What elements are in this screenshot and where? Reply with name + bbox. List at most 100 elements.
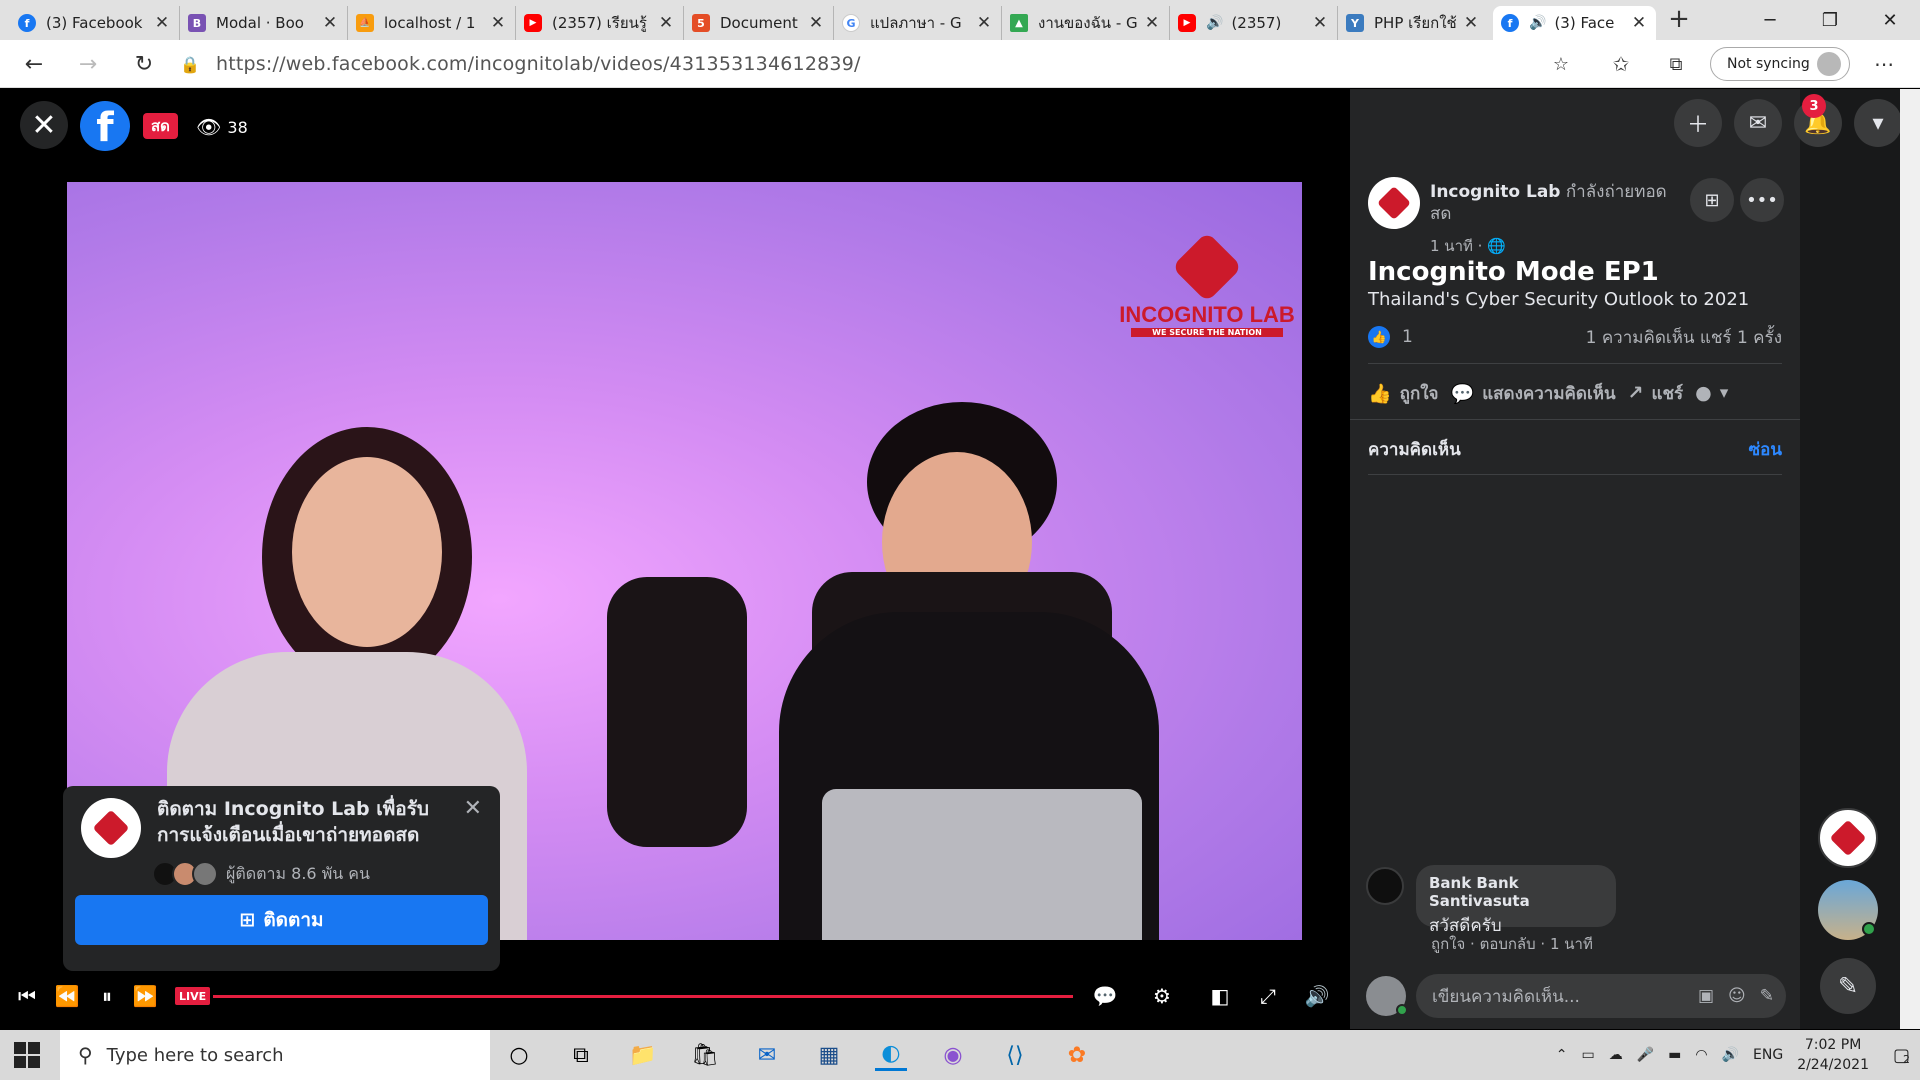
close-window-button[interactable]: ✕ (1860, 0, 1920, 40)
address-bar[interactable]: 🔒 https://web.facebook.com/incognitolab/… (180, 46, 1580, 82)
lock-icon[interactable]: 🔒 (180, 55, 202, 74)
speaker-icon[interactable]: 🔊 (1529, 15, 1546, 31)
account-menu-icon[interactable]: ▾ (1854, 99, 1902, 147)
vscode-icon[interactable]: ⟨⟩ (999, 1039, 1031, 1071)
speaker-icon[interactable]: 🔊 (1206, 15, 1223, 31)
close-tab-icon[interactable]: ✕ (321, 13, 339, 33)
close-tab-icon[interactable]: ✕ (1630, 13, 1648, 33)
tab-bootstrap[interactable]: B Modal · Boo ✕ (180, 6, 348, 40)
battery-icon[interactable]: ▬ (1668, 1047, 1681, 1063)
language-indicator[interactable]: ENG (1753, 1047, 1783, 1063)
page-avatar[interactable] (1368, 177, 1420, 229)
device-icon[interactable]: ▭ (1581, 1047, 1594, 1063)
tab-google-drive[interactable]: ▲ งานของฉัน - G ✕ (1002, 6, 1170, 40)
refresh-button[interactable]: ↻ (128, 48, 160, 80)
facebook-logo[interactable]: f (80, 101, 130, 151)
follow-page-icon[interactable]: ⊞ (1690, 178, 1734, 222)
create-icon[interactable]: ＋ (1674, 99, 1722, 147)
captions-icon[interactable]: 💬 (1090, 981, 1120, 1011)
restore-button[interactable]: ❐ (1800, 0, 1860, 40)
close-icon[interactable]: ✕ (464, 796, 482, 821)
skip-previous-icon[interactable]: ⏮ (12, 981, 42, 1011)
tab-document[interactable]: 5 Document ✕ (684, 6, 834, 40)
comment-icon: 💬 (1450, 382, 1475, 405)
tab-php[interactable]: Y PHP เรียกใช้ ✕ (1338, 6, 1488, 40)
windows-start-button[interactable] (14, 1042, 40, 1068)
page-avatar[interactable] (81, 798, 141, 858)
add-favorite-icon[interactable]: ☆ (1545, 48, 1577, 80)
wifi-icon[interactable]: ◠ (1695, 1047, 1707, 1063)
tab-youtube-2[interactable]: ▶ 🔊 (2357) ✕ (1170, 6, 1338, 40)
close-tab-icon[interactable]: ✕ (1462, 13, 1480, 33)
favorites-icon[interactable]: ✩ (1605, 48, 1637, 80)
messenger-icon[interactable]: ✉ (1734, 99, 1782, 147)
collections-icon[interactable]: ⧉ (1660, 48, 1692, 80)
show-hidden-icons[interactable]: ⌃ (1556, 1047, 1568, 1063)
close-tab-icon[interactable]: ✕ (153, 13, 171, 33)
contact-avatar-incognito[interactable] (1818, 808, 1878, 868)
fullscreen-icon[interactable]: ⤢ (1253, 981, 1283, 1011)
like-button[interactable]: 👍 ถูกใจ (1368, 380, 1439, 407)
volume-tray-icon[interactable]: 🔊 (1722, 1047, 1739, 1063)
back-button[interactable]: ← (18, 48, 50, 80)
page-name-link[interactable]: Incognito Lab (1430, 182, 1560, 202)
chat-app-icon[interactable]: ◉ (937, 1039, 969, 1071)
taskbar-search[interactable]: ⚲ Type here to search (60, 1030, 490, 1080)
close-tab-icon[interactable]: ✕ (807, 13, 825, 33)
follow-button[interactable]: ⊞ ติดตาม (75, 895, 488, 945)
sticker-icon[interactable]: ✎ (1760, 986, 1774, 1006)
close-tab-icon[interactable]: ✕ (657, 13, 675, 33)
person-left-face (292, 457, 442, 647)
edge-icon[interactable]: ◐ (875, 1039, 907, 1071)
tab-facebook-1[interactable]: f (3) Facebook ✕ (10, 6, 180, 40)
mail-icon[interactable]: ✉ (751, 1039, 783, 1071)
settings-icon[interactable]: ⚙ (1147, 981, 1177, 1011)
clock[interactable]: 7:02 PM 2/24/2021 (1797, 1035, 1869, 1075)
forward-button[interactable]: → (72, 48, 104, 80)
task-view-icon[interactable]: ⧉ (565, 1039, 597, 1071)
comment-actions[interactable]: ถูกใจ · ตอบกลับ · 1 นาที (1431, 932, 1593, 956)
close-tab-icon[interactable]: ✕ (1143, 13, 1161, 33)
pause-icon[interactable]: ⏸ (92, 981, 122, 1011)
onedrive-icon[interactable]: ☁ (1609, 1047, 1623, 1063)
settings-more-icon[interactable]: ⋯ (1868, 48, 1900, 80)
profile-sync-button[interactable]: Not syncing (1710, 47, 1850, 81)
emoji-icon[interactable]: ☺ (1728, 986, 1746, 1006)
comment-button[interactable]: 💬 แสดงความคิดเห็น (1451, 380, 1616, 407)
close-tab-icon[interactable]: ✕ (489, 13, 507, 33)
hide-comments-link[interactable]: ซ่อน (1749, 436, 1782, 463)
new-tab-button[interactable]: + (1664, 6, 1694, 36)
close-tab-icon[interactable]: ✕ (975, 13, 993, 33)
actor-selector[interactable]: ● ▾ (1695, 382, 1728, 404)
store-icon[interactable]: 🛍 (689, 1039, 721, 1071)
action-center-icon[interactable]: ▢ 2 (1893, 1045, 1910, 1066)
app-icon[interactable]: ▦ (813, 1039, 845, 1071)
url-text[interactable]: https://web.facebook.com/incognitolab/vi… (216, 53, 861, 75)
progress-bar[interactable] (213, 995, 1073, 998)
new-message-button[interactable]: ✎ (1820, 958, 1876, 1014)
tab-localhost[interactable]: ⛵ localhost / 1 ✕ (348, 6, 516, 40)
post-time[interactable]: 1 นาที · 🌐 (1430, 234, 1506, 258)
minimize-button[interactable]: ─ (1740, 0, 1800, 40)
tab-facebook-active[interactable]: f 🔊 (3) Face ✕ (1493, 6, 1656, 40)
microphone-icon[interactable]: 🎤 (1637, 1047, 1654, 1063)
gif-icon[interactable]: ▣ (1698, 986, 1714, 1006)
rewind-icon[interactable]: ⏪ (52, 981, 82, 1011)
close-viewer-button[interactable]: ✕ (20, 101, 68, 149)
page-scrollbar[interactable] (1900, 89, 1920, 1029)
volume-icon[interactable]: 🔊 (1302, 981, 1332, 1011)
fast-forward-icon[interactable]: ⏩ (130, 981, 160, 1011)
commenter-avatar[interactable] (1366, 867, 1404, 905)
tab-google-translate[interactable]: G แปลภาษา - G ✕ (834, 6, 1002, 40)
tab-youtube-1[interactable]: ▶ (2357) เรียนรู้ ✕ (516, 6, 684, 40)
picture-in-picture-icon[interactable]: ◧ (1205, 981, 1235, 1011)
cortana-icon[interactable]: ○ (503, 1039, 535, 1071)
xampp-icon[interactable]: ✿ (1061, 1039, 1093, 1071)
share-button[interactable]: ↗ แชร์ (1628, 380, 1684, 407)
file-explorer-icon[interactable]: 📁 (627, 1039, 659, 1071)
close-tab-icon[interactable]: ✕ (1311, 13, 1329, 33)
reactions[interactable]: 👍 1 (1368, 326, 1413, 348)
comment-author[interactable]: Bank Bank Santivasuta (1429, 874, 1603, 910)
engagement-counts[interactable]: 1 ความคิดเห็น แชร์ 1 ครั้ง (1586, 324, 1782, 351)
more-options-icon[interactable]: ••• (1740, 178, 1784, 222)
